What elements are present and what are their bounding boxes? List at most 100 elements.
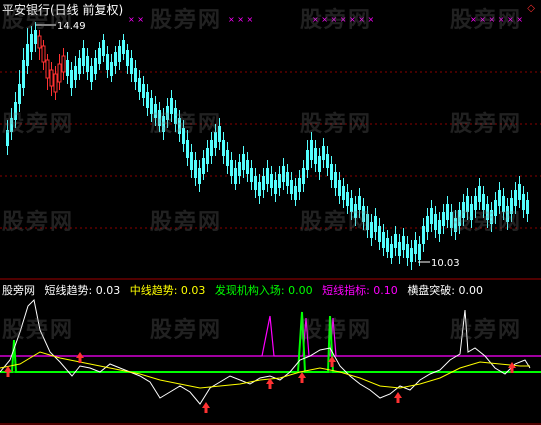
- watermark: 股旁网: [450, 8, 523, 33]
- candle-body: [478, 186, 481, 202]
- candle-body: [294, 186, 297, 200]
- candle-body: [270, 174, 273, 188]
- candle-body: [222, 140, 225, 156]
- candle-body: [57, 63, 62, 83]
- candle-body: [86, 56, 89, 72]
- candle-body: [126, 50, 129, 66]
- candle-body: [438, 220, 441, 234]
- candle-body: [422, 226, 425, 244]
- candle-body: [326, 154, 329, 168]
- candle-body: [262, 176, 265, 190]
- candle-body: [66, 60, 69, 76]
- legend-institution: 发现机构入场: 0.00: [214, 284, 313, 297]
- candle-body: [186, 140, 189, 158]
- candle-body: [394, 234, 397, 248]
- candle-body: [378, 226, 381, 242]
- candle-body: [282, 166, 285, 182]
- candle-body: [330, 164, 333, 180]
- candle-body: [130, 58, 133, 74]
- candle-body: [142, 84, 145, 98]
- candle-body: [53, 73, 58, 93]
- candle-body: [406, 244, 409, 258]
- candle-body: [198, 168, 201, 184]
- watermark: 股旁网: [150, 112, 223, 137]
- candle-body: [266, 168, 269, 184]
- candle-body: [442, 212, 445, 226]
- candle-body: [118, 46, 121, 62]
- watermark: 股旁网: [150, 318, 223, 343]
- candle-body: [414, 240, 417, 254]
- candle-body: [41, 45, 46, 63]
- watermark: 股旁网: [2, 112, 75, 137]
- legend-breakout: 横盘突破: 0.00: [407, 284, 484, 297]
- candle-body: [30, 34, 33, 52]
- candle-body: [210, 140, 213, 156]
- candle-body: [134, 68, 137, 82]
- candle-body: [45, 59, 50, 79]
- candle-body: [230, 160, 233, 176]
- candle-body: [18, 84, 21, 104]
- buy-arrow-icon: [394, 392, 402, 403]
- candle-body: [49, 69, 54, 87]
- candle-body: [278, 174, 281, 188]
- candle-body: [298, 178, 301, 192]
- candle-body: [322, 146, 325, 160]
- candle-body: [302, 168, 305, 184]
- candle-body: [310, 140, 313, 160]
- buy-arrow-icon: [202, 402, 210, 413]
- svg-text:× ×: × ×: [128, 15, 144, 24]
- candle-body: [22, 60, 25, 88]
- watermark: 股旁网: [2, 8, 75, 33]
- candle-body: [290, 180, 293, 194]
- candle-body: [242, 154, 245, 170]
- svg-text:10.03: 10.03: [431, 258, 460, 269]
- candle-body: [26, 44, 29, 66]
- watermark: 股旁网: [300, 112, 373, 137]
- watermark: 股旁网: [450, 318, 523, 343]
- candle-body: [430, 208, 433, 224]
- candle-body: [106, 54, 109, 70]
- candle-body: [518, 184, 521, 200]
- candle-body: [114, 52, 117, 66]
- candle-body: [342, 186, 345, 200]
- candle-body: [398, 242, 401, 256]
- candle-body: [386, 238, 389, 252]
- candle-body: [78, 58, 81, 74]
- buy-arrow-icon: [298, 372, 306, 383]
- candle-body: [426, 216, 429, 232]
- legend-mid-trend: 中线趋势: 0.03: [129, 284, 206, 297]
- candle-body: [374, 216, 377, 232]
- candle-body: [122, 40, 125, 54]
- candle-body: [82, 48, 85, 66]
- buy-arrow-icon: [4, 366, 12, 377]
- candle-body: [258, 182, 261, 196]
- candle-body: [314, 148, 317, 164]
- watermark: 股旁网: [300, 210, 373, 235]
- watermark: 股旁网: [300, 8, 373, 33]
- candle-body: [274, 180, 277, 194]
- candle-body: [37, 35, 42, 49]
- candle-body: [382, 232, 385, 248]
- candle-body: [234, 168, 237, 184]
- candle-body: [226, 150, 229, 166]
- indicator-legend: 股旁网 短线趋势: 0.03 中线趋势: 0.03 发现机构入场: 0.00 短…: [2, 282, 489, 298]
- candle-body: [202, 158, 205, 174]
- candle-body: [74, 66, 77, 80]
- candle-body: [318, 156, 321, 172]
- diamond-icon[interactable]: ◇: [527, 3, 535, 14]
- watermark: 股旁网: [2, 210, 75, 235]
- candle-body: [390, 244, 393, 258]
- watermark: 股旁网: [450, 210, 523, 235]
- legend-prefix: 股旁网: [2, 284, 35, 297]
- watermark: 股旁网: [300, 318, 373, 343]
- candle-body: [238, 162, 241, 176]
- watermark: 股旁网: [150, 8, 223, 33]
- candle-body: [250, 168, 253, 182]
- candle-body: [102, 40, 105, 56]
- candle-body: [98, 48, 101, 64]
- candle-body: [61, 55, 66, 73]
- candle-body: [286, 172, 289, 186]
- candle-body: [338, 180, 341, 196]
- candle-body: [94, 58, 97, 74]
- candle-body: [190, 152, 193, 170]
